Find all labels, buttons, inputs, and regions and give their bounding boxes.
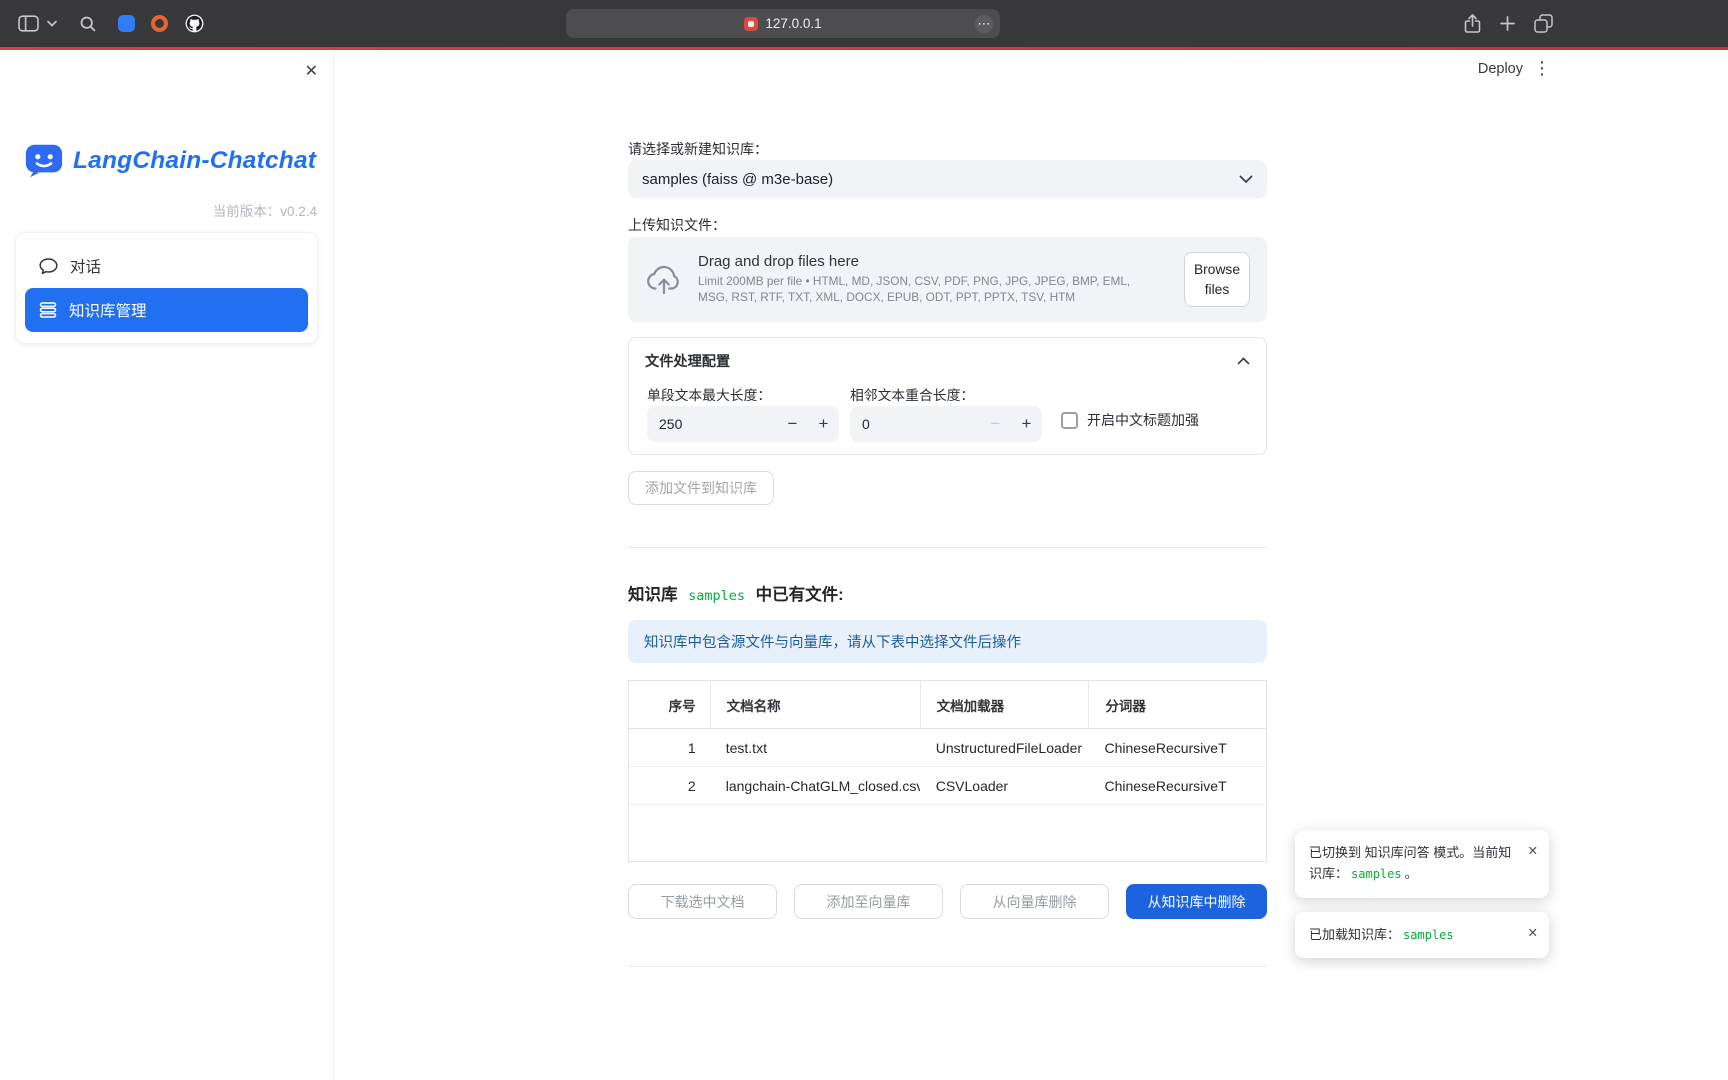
- table-header-cell: 分词器: [1088, 681, 1266, 728]
- app-page: Deploy ⋮ ✕ LangChain-Chatchat 当前版本：v0.2.…: [0, 50, 1728, 1080]
- app-logo: LangChain-Chatchat: [24, 141, 316, 181]
- table-cell: 1: [629, 729, 710, 766]
- pinned-tab-blue-icon[interactable]: [118, 15, 135, 32]
- site-favicon: [744, 17, 758, 31]
- menu-item-label: 对话: [70, 255, 101, 277]
- table-header-row[interactable]: 序号 文档名称 文档加载器 分词器: [629, 681, 1266, 729]
- checkbox-box: [1061, 412, 1078, 429]
- sidebar: ✕ LangChain-Chatchat 当前版本：v0.2.4 对话: [0, 50, 334, 1080]
- toast-close-icon[interactable]: ✕: [1528, 923, 1538, 943]
- overlap-size-value[interactable]: 0: [850, 406, 980, 442]
- browser-toolbar: 127.0.0.1 ⋯: [0, 0, 1728, 47]
- knowledge-base-icon: [39, 301, 57, 319]
- decrement-button[interactable]: −: [980, 406, 1011, 442]
- files-table: 序号 文档名称 文档加载器 分词器 1 test.txt Unstructure…: [628, 680, 1267, 862]
- table-cell: test.txt: [710, 729, 920, 766]
- github-tab-icon[interactable]: [185, 14, 204, 33]
- toast-kb-code: samples: [1351, 867, 1402, 881]
- cloud-upload-icon: [645, 264, 683, 295]
- table-cell: langchain-ChatGLM_closed.csv: [710, 767, 920, 804]
- menu-item-label: 知识库管理: [69, 299, 147, 321]
- menu-item-dialogue[interactable]: 对话: [25, 244, 308, 288]
- sidebar-toggle-icon[interactable]: [18, 15, 39, 32]
- kb-selected-value: samples (faiss @ m3e-base): [642, 171, 833, 188]
- delete-from-kb-button[interactable]: 从知识库中删除: [1126, 884, 1267, 919]
- increment-button[interactable]: +: [808, 406, 839, 442]
- table-cell: ChineseRecursiveT: [1088, 767, 1266, 804]
- chevron-up-icon: [1237, 357, 1250, 365]
- decrement-button[interactable]: −: [777, 406, 808, 442]
- add-to-vector-store-button[interactable]: 添加至向量库: [794, 884, 943, 919]
- sidebar-menu: 对话 知识库管理: [15, 232, 318, 344]
- app-logo-icon: [24, 141, 64, 181]
- toast-text: 。: [1405, 866, 1418, 881]
- kb-selectbox[interactable]: samples (faiss @ m3e-base): [628, 160, 1267, 198]
- table-cell: CSVLoader: [920, 767, 1089, 804]
- table-header-cell: 文档加载器: [920, 681, 1089, 728]
- app-logo-text: LangChain-Chatchat: [73, 147, 316, 175]
- divider: [628, 547, 1267, 548]
- chevron-down-icon[interactable]: [47, 20, 57, 27]
- kb-name-code: samples: [688, 588, 745, 604]
- sidebar-close-icon[interactable]: ✕: [305, 61, 318, 81]
- add-files-to-kb-button[interactable]: 添加文件到知识库: [628, 471, 774, 505]
- chevron-down-icon: [1239, 175, 1253, 184]
- table-header-cell: 文档名称: [710, 681, 920, 728]
- new-tab-icon[interactable]: [1500, 16, 1515, 31]
- dropzone-title: Drag and drop files here: [698, 253, 1160, 270]
- toast-text: 已加载知识库：: [1309, 927, 1400, 942]
- divider: [628, 966, 1267, 967]
- kb-select-label: 请选择或新建知识库：: [628, 139, 768, 159]
- table-action-buttons: 下载选中文档 添加至向量库 从向量库删除 从知识库中删除: [628, 884, 1267, 919]
- chunk-size-label: 单段文本最大长度：: [647, 384, 771, 404]
- upload-label: 上传知识文件：: [628, 215, 726, 235]
- toast-kb-code: samples: [1403, 928, 1454, 942]
- chunk-size-input: 250 − +: [647, 406, 839, 442]
- share-icon[interactable]: [1464, 14, 1481, 34]
- toast-stack: 已切换到 知识库问答 模式。当前知识库：samples。 ✕ 已加载知识库：sa…: [1295, 830, 1549, 958]
- dropzone-limit-text: Limit 200MB per file • HTML, MD, JSON, C…: [698, 274, 1160, 305]
- increment-button[interactable]: +: [1011, 406, 1042, 442]
- pinned-tab-orange-icon[interactable]: [151, 15, 168, 32]
- kb-files-heading: 知识库 samples 中已有文件:: [628, 581, 844, 605]
- version-label: 当前版本：v0.2.4: [213, 200, 317, 220]
- toast-mode-switched: 已切换到 知识库问答 模式。当前知识库：samples。 ✕: [1295, 830, 1549, 898]
- file-config-expander: 文件处理配置 单段文本最大长度： 相邻文本重合长度： 250 − + 0 − +…: [628, 337, 1267, 455]
- url-text: 127.0.0.1: [765, 16, 821, 31]
- expander-header[interactable]: 文件处理配置: [629, 338, 1266, 371]
- deploy-button[interactable]: Deploy: [1478, 61, 1523, 77]
- checkbox-label: 开启中文标题加强: [1087, 410, 1199, 430]
- download-selected-button[interactable]: 下载选中文档: [628, 884, 777, 919]
- info-message-text: 知识库中包含源文件与向量库，请从下表中选择文件后操作: [644, 631, 1021, 652]
- overlap-size-label: 相邻文本重合长度：: [850, 384, 974, 404]
- expander-title: 文件处理配置: [645, 351, 730, 371]
- table-row[interactable]: 1 test.txt UnstructuredFileLoader Chines…: [629, 729, 1266, 767]
- search-icon[interactable]: [80, 16, 96, 32]
- chunk-size-value[interactable]: 250: [647, 406, 777, 442]
- table-row[interactable]: 2 langchain-ChatGLM_closed.csv CSVLoader…: [629, 767, 1266, 805]
- toast-close-icon[interactable]: ✕: [1528, 841, 1538, 861]
- file-dropzone[interactable]: Drag and drop files here Limit 200MB per…: [628, 237, 1267, 322]
- chat-bubble-icon: [39, 257, 58, 275]
- heading-prefix: 知识库: [628, 586, 678, 604]
- table-cell: UnstructuredFileLoader: [920, 729, 1089, 766]
- page-menu-icon[interactable]: ⋯: [975, 15, 993, 33]
- table-cell: 2: [629, 767, 710, 804]
- zh-title-enhance-checkbox[interactable]: 开启中文标题加强: [1061, 410, 1199, 430]
- toast-kb-loaded: 已加载知识库：samples ✕: [1295, 912, 1549, 959]
- browse-files-button[interactable]: Browse files: [1184, 252, 1250, 307]
- heading-suffix: 中已有文件:: [756, 586, 844, 604]
- overlap-size-input: 0 − +: [850, 406, 1042, 442]
- overflow-menu-icon[interactable]: ⋮: [1533, 58, 1551, 79]
- table-header-cell: 序号: [629, 681, 710, 728]
- delete-from-vector-store-button[interactable]: 从向量库删除: [960, 884, 1109, 919]
- info-message: 知识库中包含源文件与向量库，请从下表中选择文件后操作: [628, 620, 1267, 663]
- tab-overview-icon[interactable]: [1534, 14, 1553, 33]
- address-bar[interactable]: 127.0.0.1 ⋯: [566, 9, 1000, 38]
- menu-item-kb-management[interactable]: 知识库管理: [25, 288, 308, 332]
- table-cell: ChineseRecursiveT: [1088, 729, 1266, 766]
